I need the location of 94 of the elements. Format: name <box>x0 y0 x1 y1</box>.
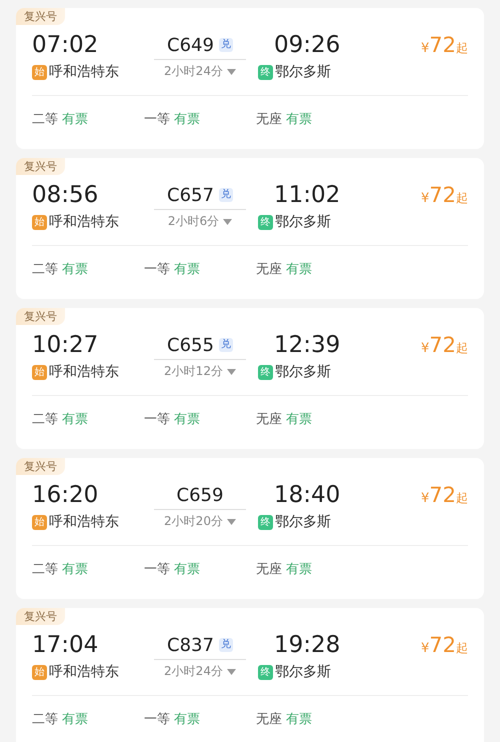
seat-class: 无座 <box>256 411 282 428</box>
train-type-badge: 复兴号 <box>16 8 65 25</box>
arrival-station: 鄂尔多斯 <box>275 213 331 231</box>
seat-class: 无座 <box>256 111 282 128</box>
arrival-time: 12:39 <box>274 331 342 359</box>
departure-station: 呼和浩特东 <box>49 663 119 681</box>
departure-time: 17:04 <box>32 631 100 659</box>
price: ¥72 起 <box>420 633 468 657</box>
terminus-tag: 终 <box>258 64 273 80</box>
terminus-tag: 终 <box>258 664 273 680</box>
seat-class: 一等 <box>144 261 170 278</box>
train-number: C649 <box>167 34 214 56</box>
ticket-status: 有票 <box>62 561 88 578</box>
seat-class: 无座 <box>256 261 282 278</box>
origin-tag: 始 <box>32 214 47 230</box>
price: ¥72 起 <box>420 333 468 357</box>
arrival-station: 鄂尔多斯 <box>275 513 331 531</box>
arrival-time: 09:26 <box>274 31 342 59</box>
departure-station: 呼和浩特东 <box>49 63 119 81</box>
price: ¥72 起 <box>420 483 468 507</box>
duration: 2小时6分 <box>168 213 220 230</box>
seat-class: 二等 <box>32 711 58 728</box>
exchange-badge: 兑 <box>218 38 233 52</box>
origin-tag: 始 <box>32 514 47 530</box>
seat-class: 二等 <box>32 411 58 428</box>
train-number: C657 <box>167 184 214 206</box>
train-number: C659 <box>176 484 224 506</box>
origin-tag: 始 <box>32 664 47 680</box>
ticket-status: 有票 <box>62 111 88 128</box>
origin-tag: 始 <box>32 364 47 380</box>
terminus-tag: 终 <box>258 514 273 530</box>
arrival-station: 鄂尔多斯 <box>275 663 331 681</box>
ticket-status: 有票 <box>62 261 88 278</box>
seat-class: 一等 <box>144 411 170 428</box>
arrival-time: 18:40 <box>274 481 342 509</box>
departure-time: 08:56 <box>32 181 100 209</box>
train-type-badge: 复兴号 <box>16 608 65 625</box>
seat-class: 一等 <box>144 561 170 578</box>
exchange-badge: 兑 <box>218 338 233 352</box>
arrival-time: 19:28 <box>274 631 342 659</box>
train-type-badge: 复兴号 <box>16 458 65 475</box>
departure-time: 07:02 <box>32 31 100 59</box>
caret-icon[interactable] <box>226 368 236 374</box>
departure-time: 16:20 <box>32 481 100 509</box>
ticket-status: 有票 <box>174 411 200 428</box>
ticket-status: 有票 <box>174 561 200 578</box>
departure-station: 呼和浩特东 <box>49 213 119 231</box>
arrival-station: 鄂尔多斯 <box>275 63 331 81</box>
duration: 2小时12分 <box>164 363 223 380</box>
seat-class: 二等 <box>32 111 58 128</box>
train-card[interactable]: 复兴号 10:27 始 呼和浩特东 C655 兑 2小时12分 12:39 终 鄂尔多斯 ¥72 起 二等 有票 一等 有票 无座 有票 <box>16 308 484 449</box>
train-card[interactable]: 复兴号 16:20 始 呼和浩特东 C659 2小时20分 18:40 终 鄂尔多斯 ¥72 起 二等 有票 一等 有票 无座 有票 <box>16 458 484 599</box>
seat-class: 无座 <box>256 561 282 578</box>
terminus-tag: 终 <box>258 214 273 230</box>
ticket-status: 有票 <box>286 561 312 578</box>
origin-tag: 始 <box>32 64 47 80</box>
train-type-badge: 复兴号 <box>16 158 65 175</box>
caret-icon[interactable] <box>226 668 236 674</box>
seat-class: 二等 <box>32 261 58 278</box>
duration: 2小时20分 <box>164 513 223 530</box>
price: ¥72 起 <box>420 183 468 207</box>
price: ¥72 起 <box>420 33 468 57</box>
seat-class: 二等 <box>32 561 58 578</box>
ticket-status: 有票 <box>286 261 312 278</box>
ticket-status: 有票 <box>62 711 88 728</box>
arrival-time: 11:02 <box>274 181 342 209</box>
train-type-badge: 复兴号 <box>16 308 65 325</box>
departure-station: 呼和浩特东 <box>49 363 119 381</box>
ticket-status: 有票 <box>286 111 312 128</box>
duration: 2小时24分 <box>164 63 223 80</box>
ticket-status: 有票 <box>286 711 312 728</box>
caret-icon[interactable] <box>223 218 232 224</box>
ticket-status: 有票 <box>174 261 200 278</box>
ticket-status: 有票 <box>174 111 200 128</box>
train-card[interactable]: 复兴号 08:56 始 呼和浩特东 C657 兑 2小时6分 11:02 终 鄂尔多斯 ¥72 起 二等 有票 一等 有票 无座 有票 <box>16 158 484 299</box>
ticket-status: 有票 <box>286 411 312 428</box>
caret-icon[interactable] <box>226 68 236 74</box>
seat-class: 无座 <box>256 711 282 728</box>
duration: 2小时24分 <box>164 663 223 680</box>
train-card[interactable]: 复兴号 17:04 始 呼和浩特东 C837 兑 2小时24分 19:28 终 鄂尔多斯 ¥72 起 二等 有票 一等 有票 无座 有票 <box>16 608 484 742</box>
departure-station: 呼和浩特东 <box>49 513 119 531</box>
ticket-status: 有票 <box>174 711 200 728</box>
departure-time: 10:27 <box>32 331 100 359</box>
caret-icon[interactable] <box>226 518 236 524</box>
ticket-status: 有票 <box>62 411 88 428</box>
exchange-badge: 兑 <box>218 188 233 202</box>
seat-class: 一等 <box>144 711 170 728</box>
exchange-badge: 兑 <box>218 638 233 652</box>
train-number: C837 <box>167 634 214 656</box>
terminus-tag: 终 <box>258 364 273 380</box>
train-card[interactable]: 复兴号 07:02 始 呼和浩特东 C649 兑 2小时24分 09:26 终 鄂尔多斯 ¥72 起 二等 有票 一等 有票 无座 有票 <box>16 8 484 149</box>
train-number: C655 <box>167 334 214 356</box>
arrival-station: 鄂尔多斯 <box>275 363 331 381</box>
seat-class: 一等 <box>144 111 170 128</box>
